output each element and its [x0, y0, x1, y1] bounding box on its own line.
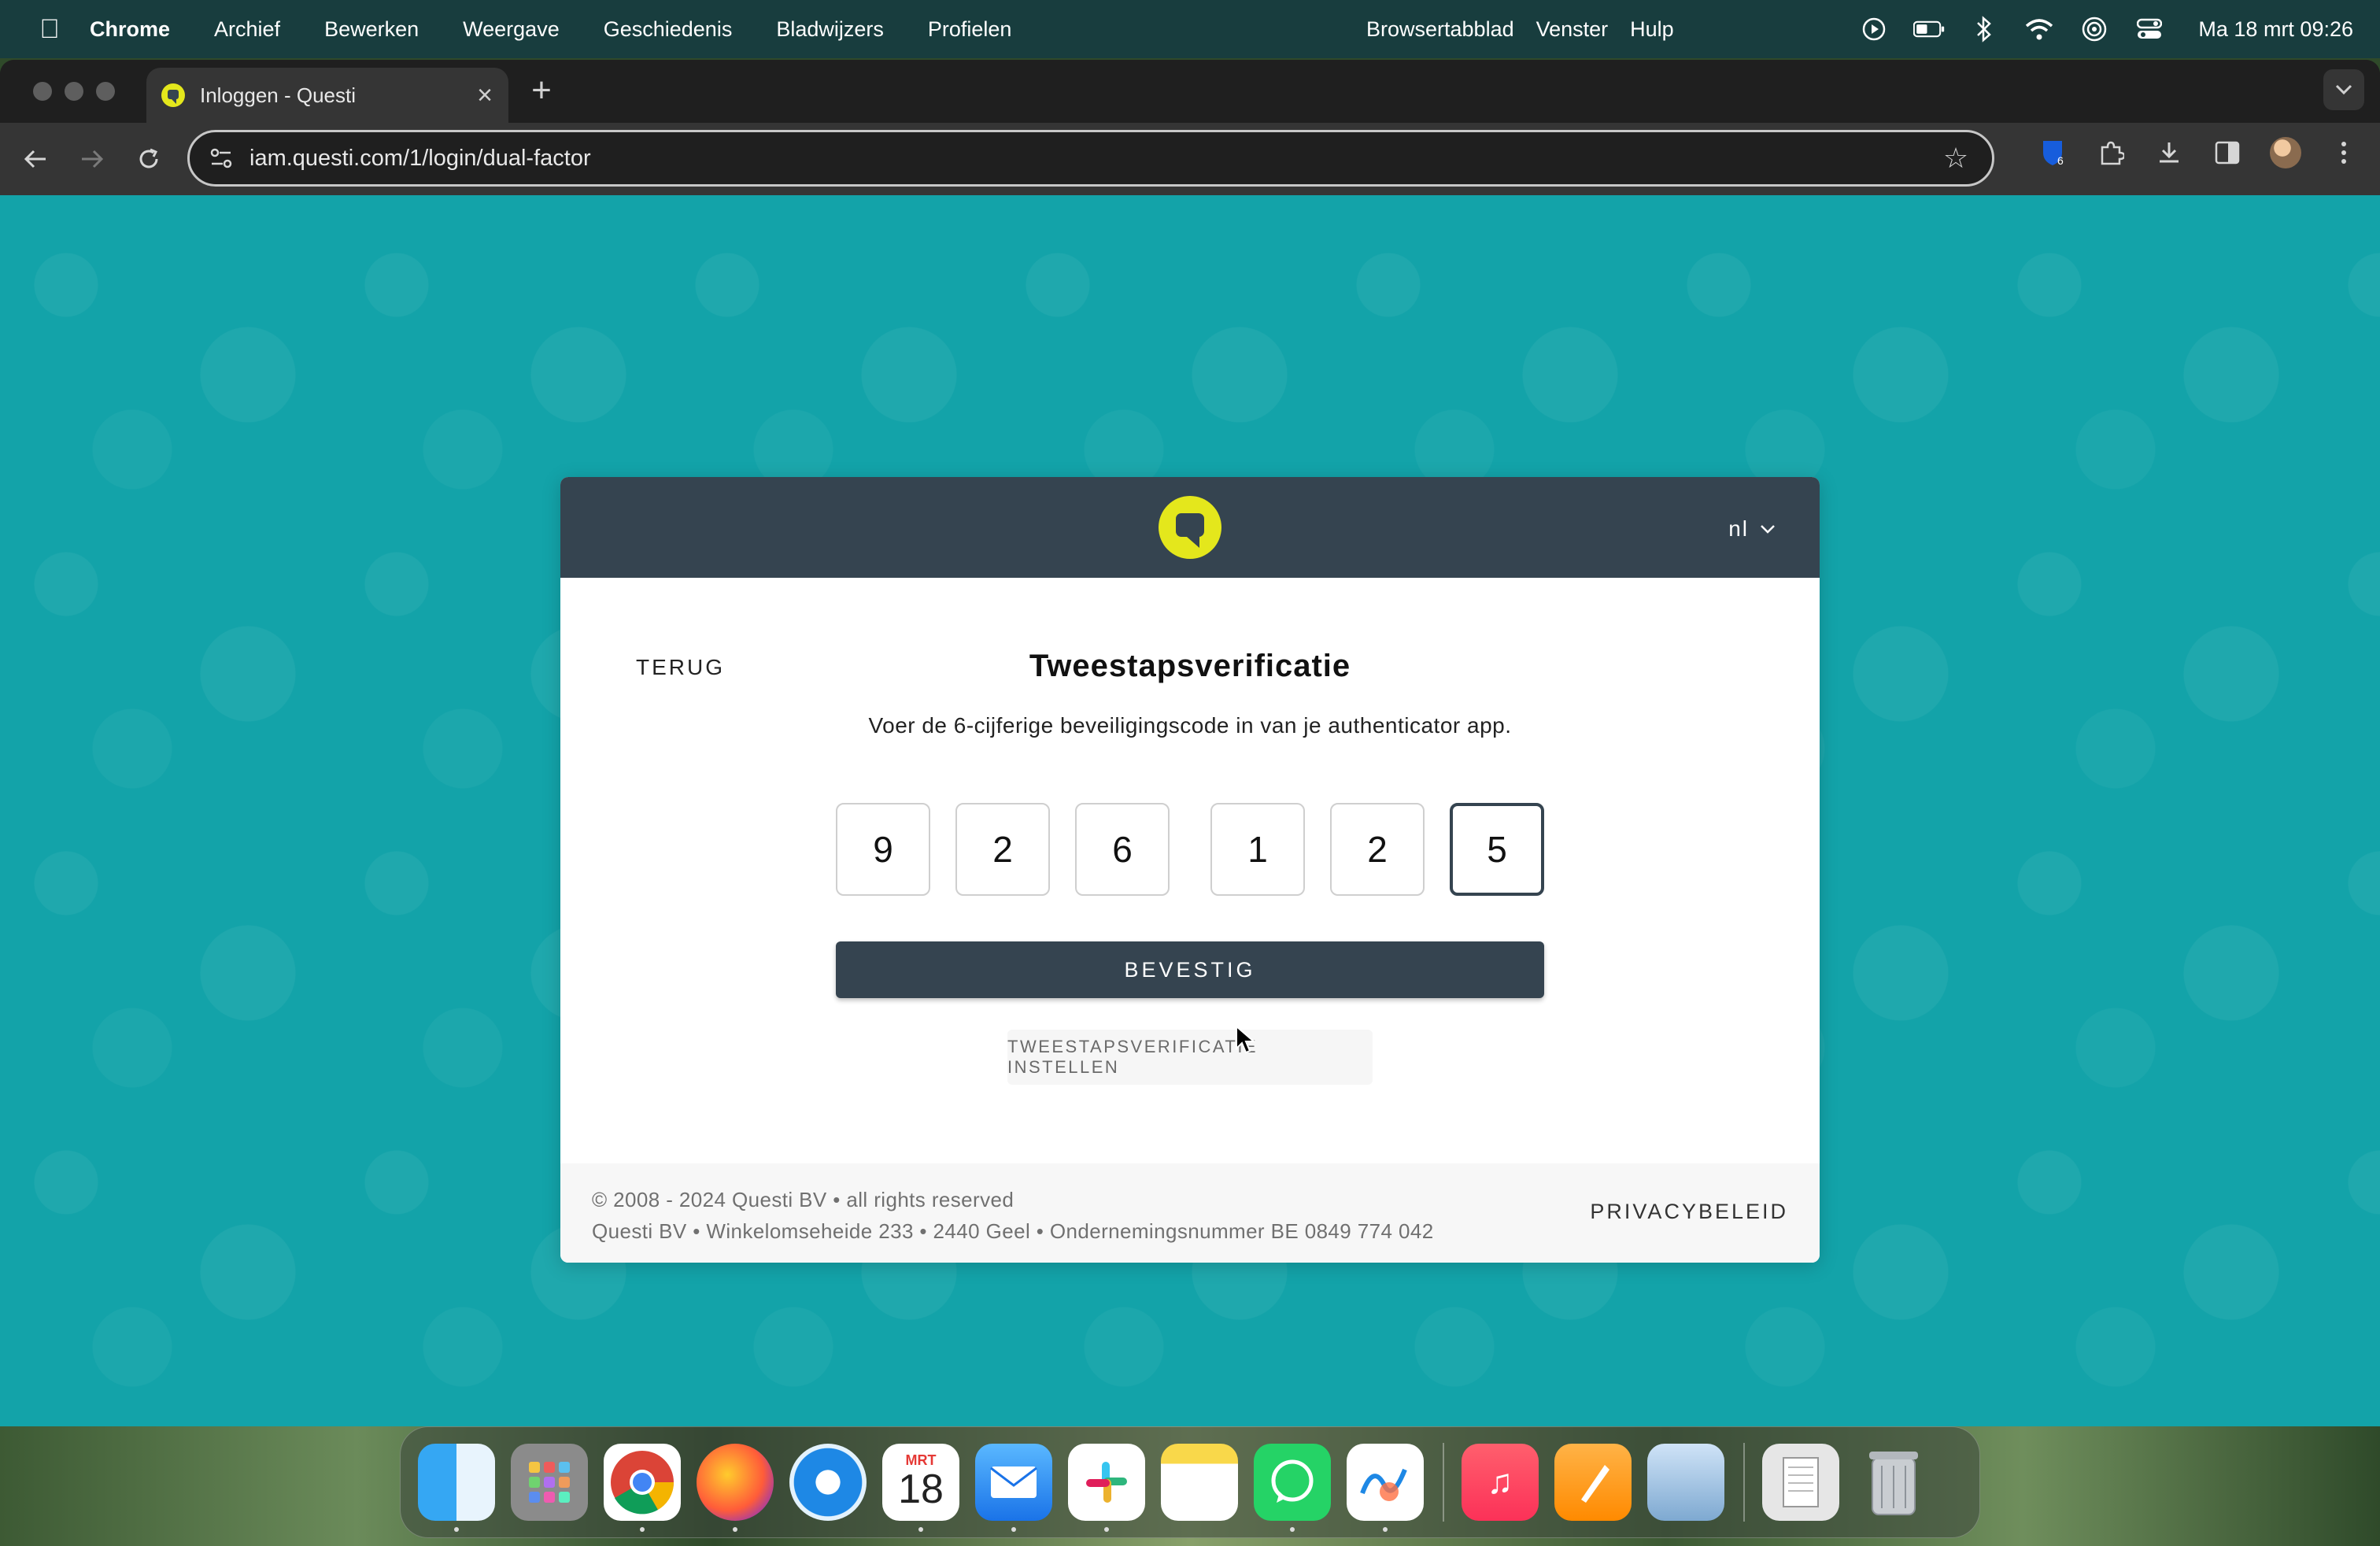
url-text[interactable]: iam.questi.com/1/login/dual-factor — [249, 146, 1940, 172]
tab-title: Inloggen - Questi — [200, 83, 357, 107]
code-digit-3[interactable]: 6 — [1075, 803, 1170, 896]
notes-icon[interactable] — [1161, 1444, 1238, 1521]
address-bar[interactable]: iam.questi.com/1/login/dual-factor ☆ — [187, 130, 1994, 187]
svg-text:6: 6 — [2057, 154, 2064, 167]
slack-icon[interactable] — [1068, 1444, 1145, 1532]
dock-separator — [1743, 1443, 1745, 1522]
more-menu-icon[interactable] — [2328, 137, 2360, 168]
browser-toolbar: iam.questi.com/1/login/dual-factor ☆ 6 — [0, 123, 2380, 195]
downloads-stack-icon[interactable] — [1762, 1444, 1839, 1521]
safari-icon[interactable] — [789, 1444, 867, 1521]
wifi-icon[interactable] — [2023, 13, 2055, 45]
code-digit-6[interactable]: 5 — [1450, 803, 1544, 896]
menu-weergave[interactable]: Weergave — [463, 17, 560, 42]
menu-browsertabblad[interactable]: Browsertabblad — [1366, 17, 1514, 42]
battery-icon[interactable] — [1913, 13, 1945, 45]
card-header: nl — [560, 477, 1820, 578]
dock: MRT 18 ♫ — [400, 1426, 1980, 1538]
bluetooth-icon[interactable] — [1968, 13, 2000, 45]
tab-search-button[interactable] — [2323, 69, 2364, 110]
menubar-clock[interactable]: Ma 18 mrt 09:26 — [2198, 17, 2353, 42]
menu-bewerken[interactable]: Bewerken — [324, 17, 419, 42]
page-title: Tweestapsverificatie — [1029, 649, 1351, 683]
freeform-icon[interactable] — [1347, 1444, 1424, 1532]
site-settings-icon[interactable] — [207, 144, 235, 172]
back-button[interactable] — [14, 138, 57, 180]
window-controls — [33, 82, 115, 101]
preview-icon[interactable] — [1647, 1444, 1724, 1521]
copyright-text: © 2008 - 2024 Questi BV • all rights res… — [592, 1184, 1434, 1247]
maximize-window-button[interactable] — [96, 82, 115, 101]
arrow-right-icon — [82, 150, 104, 168]
card-body: TERUG Tweestapsverificatie Voer de 6-cij… — [560, 578, 1820, 1163]
instruction-text: Voer de 6-cijferige beveiligingscode in … — [868, 713, 1512, 738]
card-footer: © 2008 - 2024 Questi BV • all rights res… — [560, 1163, 1820, 1263]
calendar-day: 18 — [898, 1466, 944, 1512]
code-digit-5[interactable]: 2 — [1330, 803, 1425, 896]
firefox-icon[interactable] — [697, 1444, 774, 1532]
copyright-line: © 2008 - 2024 Questi BV • all rights res… — [592, 1188, 1014, 1211]
profile-avatar[interactable] — [2270, 137, 2301, 168]
screen-recording-icon[interactable] — [1858, 13, 1890, 45]
close-window-button[interactable] — [33, 82, 52, 101]
menu-bladwijzers[interactable]: Bladwijzers — [776, 17, 884, 42]
tab-strip: Inloggen - Questi × + — [0, 60, 2380, 123]
questi-favicon-icon — [161, 83, 185, 107]
download-icon[interactable] — [2153, 137, 2185, 168]
language-selector[interactable]: nl — [1728, 516, 1776, 542]
chevron-down-icon — [1761, 525, 1775, 534]
browser-window: Inloggen - Questi × + iam.questi.com/1/l… — [0, 60, 2380, 1426]
reload-icon — [139, 148, 158, 168]
menu-profielen[interactable]: Profielen — [928, 17, 1012, 42]
mail-icon[interactable] — [975, 1444, 1052, 1532]
new-tab-button[interactable]: + — [526, 71, 557, 110]
bookmark-star-icon[interactable]: ☆ — [1940, 142, 1972, 175]
mouse-cursor-icon — [1236, 1025, 1256, 1054]
apple-menu-icon[interactable]:  — [27, 14, 72, 45]
code-digit-2[interactable]: 2 — [955, 803, 1050, 896]
code-digit-1[interactable]: 9 — [836, 803, 930, 896]
menu-hulp[interactable]: Hulp — [1630, 17, 1674, 42]
music-icon[interactable]: ♫ — [1462, 1444, 1539, 1521]
reload-button[interactable] — [128, 138, 170, 180]
app-menu[interactable]: Chrome — [90, 17, 170, 42]
airdrop-icon[interactable] — [2079, 13, 2110, 45]
minimize-window-button[interactable] — [65, 82, 83, 101]
code-digit-4[interactable]: 1 — [1210, 803, 1305, 896]
confirm-button[interactable]: BEVESTIG — [836, 941, 1544, 998]
privacy-policy-link[interactable]: PRIVACYBELEID — [1590, 1200, 1788, 1224]
chrome-icon[interactable] — [604, 1444, 681, 1532]
dock-separator — [1443, 1443, 1444, 1522]
menu-venster[interactable]: Venster — [1536, 17, 1609, 42]
control-center-icon[interactable] — [2134, 13, 2165, 45]
side-panel-icon[interactable] — [2212, 137, 2243, 168]
page-background: nl TERUG Tweestapsverificatie Voer de 6-… — [0, 195, 2380, 1426]
extensions-puzzle-icon[interactable] — [2095, 137, 2127, 168]
bitwarden-extension-icon[interactable]: 6 — [2037, 137, 2068, 168]
trash-icon[interactable] — [1855, 1444, 1932, 1521]
forward-button[interactable] — [71, 138, 113, 180]
arrow-left-icon — [24, 150, 46, 168]
setup-2fa-button[interactable]: TWEESTAPSVERIFICATIE INSTELLEN — [1007, 1030, 1373, 1085]
launchpad-icon[interactable] — [511, 1444, 588, 1521]
address-line: Questi BV • Winkelomseheide 233 • 2440 G… — [592, 1219, 1434, 1243]
finder-icon[interactable] — [418, 1444, 495, 1532]
menu-geschiedenis[interactable]: Geschiedenis — [604, 17, 733, 42]
tab-active[interactable]: Inloggen - Questi × — [146, 68, 508, 123]
whatsapp-icon[interactable] — [1254, 1444, 1331, 1532]
chevron-down-icon — [2335, 84, 2352, 95]
questi-logo-icon — [1159, 496, 1221, 559]
close-tab-icon[interactable]: × — [469, 80, 501, 111]
calendar-icon[interactable]: MRT 18 — [882, 1444, 959, 1532]
menu-bar:  Chrome Archief Bewerken Weergave Gesch… — [0, 0, 2380, 58]
language-label: nl — [1728, 516, 1749, 541]
menu-archief[interactable]: Archief — [214, 17, 280, 42]
pages-icon[interactable] — [1554, 1444, 1632, 1521]
login-card: nl TERUG Tweestapsverificatie Voer de 6-… — [560, 477, 1820, 1263]
